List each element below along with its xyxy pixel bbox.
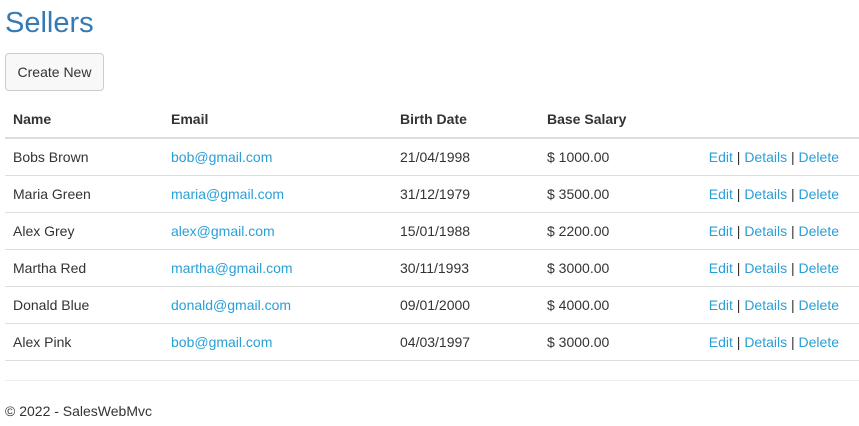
table-row: Alex Pink bob@gmail.com 04/03/1997 $ 300… <box>5 323 859 361</box>
cell-email: bob@gmail.com <box>163 138 392 176</box>
cell-birth-date: 04/03/1997 <box>392 323 539 361</box>
edit-link[interactable]: Edit <box>709 223 733 239</box>
cell-actions: Edit | Details | Delete <box>689 138 859 176</box>
cell-birth-date: 15/01/1988 <box>392 212 539 250</box>
cell-name: Bobs Brown <box>5 138 163 176</box>
footer-divider <box>5 380 859 381</box>
delete-link[interactable]: Delete <box>799 149 839 165</box>
email-link[interactable]: alex@gmail.com <box>171 223 275 239</box>
cell-name: Alex Grey <box>5 212 163 250</box>
cell-birth-date: 30/11/1993 <box>392 249 539 287</box>
separator: | <box>736 297 741 313</box>
email-link[interactable]: bob@gmail.com <box>171 149 272 165</box>
header-actions <box>689 101 859 139</box>
email-link[interactable]: bob@gmail.com <box>171 334 272 350</box>
edit-link[interactable]: Edit <box>709 334 733 350</box>
page-container: Sellers Create New Name Email Birth Date… <box>0 0 859 426</box>
delete-link[interactable]: Delete <box>799 334 839 350</box>
create-new-button[interactable]: Create New <box>5 53 104 91</box>
cell-base-salary: $ 3000.00 <box>539 249 689 287</box>
table-row: Bobs Brown bob@gmail.com 21/04/1998 $ 10… <box>5 138 859 176</box>
footer-copyright: © 2022 - SalesWebMvc <box>5 403 153 419</box>
cell-birth-date: 31/12/1979 <box>392 175 539 213</box>
separator: | <box>736 223 741 239</box>
edit-link[interactable]: Edit <box>709 297 733 313</box>
email-link[interactable]: maria@gmail.com <box>171 186 284 202</box>
separator: | <box>736 334 741 350</box>
details-link[interactable]: Details <box>744 260 787 276</box>
cell-base-salary: $ 3000.00 <box>539 323 689 361</box>
cell-name: Donald Blue <box>5 286 163 324</box>
details-link[interactable]: Details <box>744 334 787 350</box>
cell-actions: Edit | Details | Delete <box>689 249 859 287</box>
separator: | <box>736 260 741 276</box>
cell-birth-date: 09/01/2000 <box>392 286 539 324</box>
details-link[interactable]: Details <box>744 297 787 313</box>
delete-link[interactable]: Delete <box>799 260 839 276</box>
cell-email: bob@gmail.com <box>163 323 392 361</box>
table-header-row: Name Email Birth Date Base Salary <box>5 101 859 139</box>
cell-email: alex@gmail.com <box>163 212 392 250</box>
cell-actions: Edit | Details | Delete <box>689 212 859 250</box>
header-base-salary: Base Salary <box>539 101 689 139</box>
table-row: Alex Grey alex@gmail.com 15/01/1988 $ 22… <box>5 212 859 250</box>
separator: | <box>791 223 795 239</box>
cell-base-salary: $ 4000.00 <box>539 286 689 324</box>
table-row: Donald Blue donald@gmail.com 09/01/2000 … <box>5 286 859 324</box>
separator: | <box>791 149 795 165</box>
cell-email: donald@gmail.com <box>163 286 392 324</box>
separator: | <box>736 149 741 165</box>
cell-base-salary: $ 3500.00 <box>539 175 689 213</box>
cell-email: maria@gmail.com <box>163 175 392 213</box>
delete-link[interactable]: Delete <box>799 186 839 202</box>
cell-actions: Edit | Details | Delete <box>689 323 859 361</box>
page-title: Sellers <box>5 7 94 39</box>
separator: | <box>791 334 795 350</box>
cell-base-salary: $ 1000.00 <box>539 138 689 176</box>
cell-actions: Edit | Details | Delete <box>689 175 859 213</box>
edit-link[interactable]: Edit <box>709 186 733 202</box>
cell-name: Alex Pink <box>5 323 163 361</box>
email-link[interactable]: donald@gmail.com <box>171 297 291 313</box>
table-row: Maria Green maria@gmail.com 31/12/1979 $… <box>5 175 859 213</box>
cell-base-salary: $ 2200.00 <box>539 212 689 250</box>
table-row: Martha Red martha@gmail.com 30/11/1993 $… <box>5 249 859 287</box>
separator: | <box>736 186 741 202</box>
details-link[interactable]: Details <box>744 186 787 202</box>
details-link[interactable]: Details <box>744 149 787 165</box>
delete-link[interactable]: Delete <box>799 223 839 239</box>
separator: | <box>791 186 795 202</box>
edit-link[interactable]: Edit <box>709 260 733 276</box>
cell-birth-date: 21/04/1998 <box>392 138 539 176</box>
header-name: Name <box>5 101 163 139</box>
edit-link[interactable]: Edit <box>709 149 733 165</box>
header-birth-date: Birth Date <box>392 101 539 139</box>
separator: | <box>791 297 795 313</box>
sellers-table: Name Email Birth Date Base Salary Bobs B… <box>5 101 859 361</box>
cell-name: Maria Green <box>5 175 163 213</box>
details-link[interactable]: Details <box>744 223 787 239</box>
cell-email: martha@gmail.com <box>163 249 392 287</box>
cell-actions: Edit | Details | Delete <box>689 286 859 324</box>
delete-link[interactable]: Delete <box>799 297 839 313</box>
separator: | <box>791 260 795 276</box>
email-link[interactable]: martha@gmail.com <box>171 260 293 276</box>
cell-name: Martha Red <box>5 249 163 287</box>
header-email: Email <box>163 101 392 139</box>
